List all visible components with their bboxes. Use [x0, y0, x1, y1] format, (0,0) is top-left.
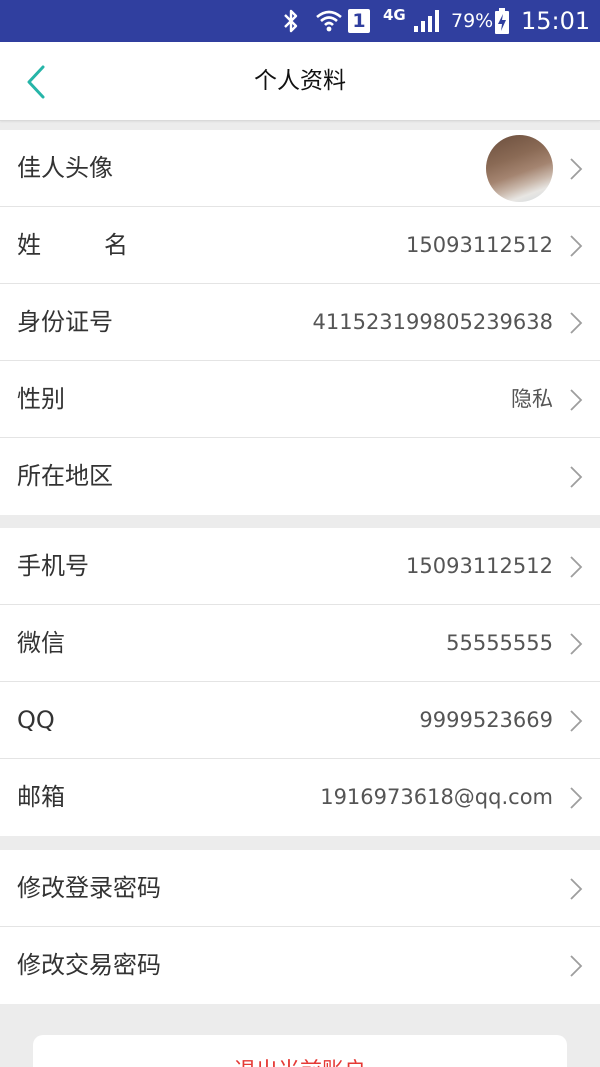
chevron-right-icon	[570, 633, 583, 655]
gender-value: 隐私	[511, 387, 553, 411]
chevron-right-icon	[570, 955, 583, 977]
signal-icon	[412, 0, 442, 42]
logout-label: 退出当前账户	[33, 1053, 567, 1067]
chevron-right-icon	[570, 710, 583, 732]
change-login-password-row[interactable]: 修改登录密码	[0, 850, 600, 927]
qq-label: QQ	[17, 706, 55, 734]
wechat-label: 微信	[17, 629, 65, 657]
email-value: 1916973618@qq.com	[320, 785, 553, 809]
qq-value: 9999523669	[419, 708, 553, 732]
profile-group: 佳人头像 姓名 15093112512 身份证号 411523199805239…	[0, 130, 600, 515]
id-number-row[interactable]: 身份证号 411523199805239638	[0, 284, 600, 361]
wechat-row[interactable]: 微信 55555555	[0, 605, 600, 682]
phone-value: 15093112512	[406, 554, 553, 578]
chevron-right-icon	[570, 158, 583, 180]
clock: 15:01	[521, 7, 591, 35]
name-label: 姓名	[17, 207, 128, 284]
name-row[interactable]: 姓名 15093112512	[0, 207, 600, 284]
chevron-right-icon	[570, 389, 583, 411]
network-type: 4G	[383, 6, 406, 24]
chevron-right-icon	[570, 312, 583, 334]
chevron-right-icon	[570, 235, 583, 257]
sim-icon: 1	[348, 0, 370, 42]
chevron-right-icon	[570, 466, 583, 488]
logout-button[interactable]: 退出当前账户	[33, 1035, 567, 1067]
email-label: 邮箱	[17, 783, 65, 811]
battery-charging-icon	[494, 0, 510, 42]
region-label: 所在地区	[17, 462, 113, 490]
change-trade-password-label: 修改交易密码	[17, 951, 161, 979]
phone-row[interactable]: 手机号 15093112512	[0, 528, 600, 605]
phone-label: 手机号	[17, 552, 89, 580]
sim-number: 1	[348, 9, 370, 33]
id-number-value: 411523199805239638	[312, 310, 554, 334]
wechat-value: 55555555	[446, 631, 553, 655]
change-trade-password-row[interactable]: 修改交易密码	[0, 927, 600, 1004]
wifi-icon	[314, 0, 344, 42]
contact-group: 手机号 15093112512 微信 55555555 QQ 999952366…	[0, 528, 600, 836]
security-group: 修改登录密码 修改交易密码	[0, 850, 600, 1004]
page-title: 个人资料	[254, 68, 346, 94]
qq-row[interactable]: QQ 9999523669	[0, 682, 600, 759]
email-row[interactable]: 邮箱 1916973618@qq.com	[0, 759, 600, 836]
avatar-label: 佳人头像	[17, 154, 113, 182]
status-bar: 1 4G 79% 15:01	[0, 0, 600, 42]
change-login-password-label: 修改登录密码	[17, 874, 161, 902]
chevron-right-icon	[570, 878, 583, 900]
id-number-label: 身份证号	[17, 308, 113, 336]
gender-label: 性别	[17, 385, 65, 413]
name-label-second-char: 名	[104, 231, 128, 259]
gender-row[interactable]: 性别 隐私	[0, 361, 600, 438]
avatar-row[interactable]: 佳人头像	[0, 130, 600, 207]
nav-bar: 个人资料	[0, 42, 600, 121]
battery-percent: 79%	[451, 10, 494, 32]
avatar[interactable]	[486, 135, 553, 202]
name-label-first-char: 姓	[17, 231, 41, 259]
bluetooth-icon	[280, 0, 302, 42]
name-value: 15093112512	[406, 233, 553, 257]
region-row[interactable]: 所在地区	[0, 438, 600, 515]
chevron-right-icon	[570, 787, 583, 809]
chevron-right-icon	[570, 556, 583, 578]
